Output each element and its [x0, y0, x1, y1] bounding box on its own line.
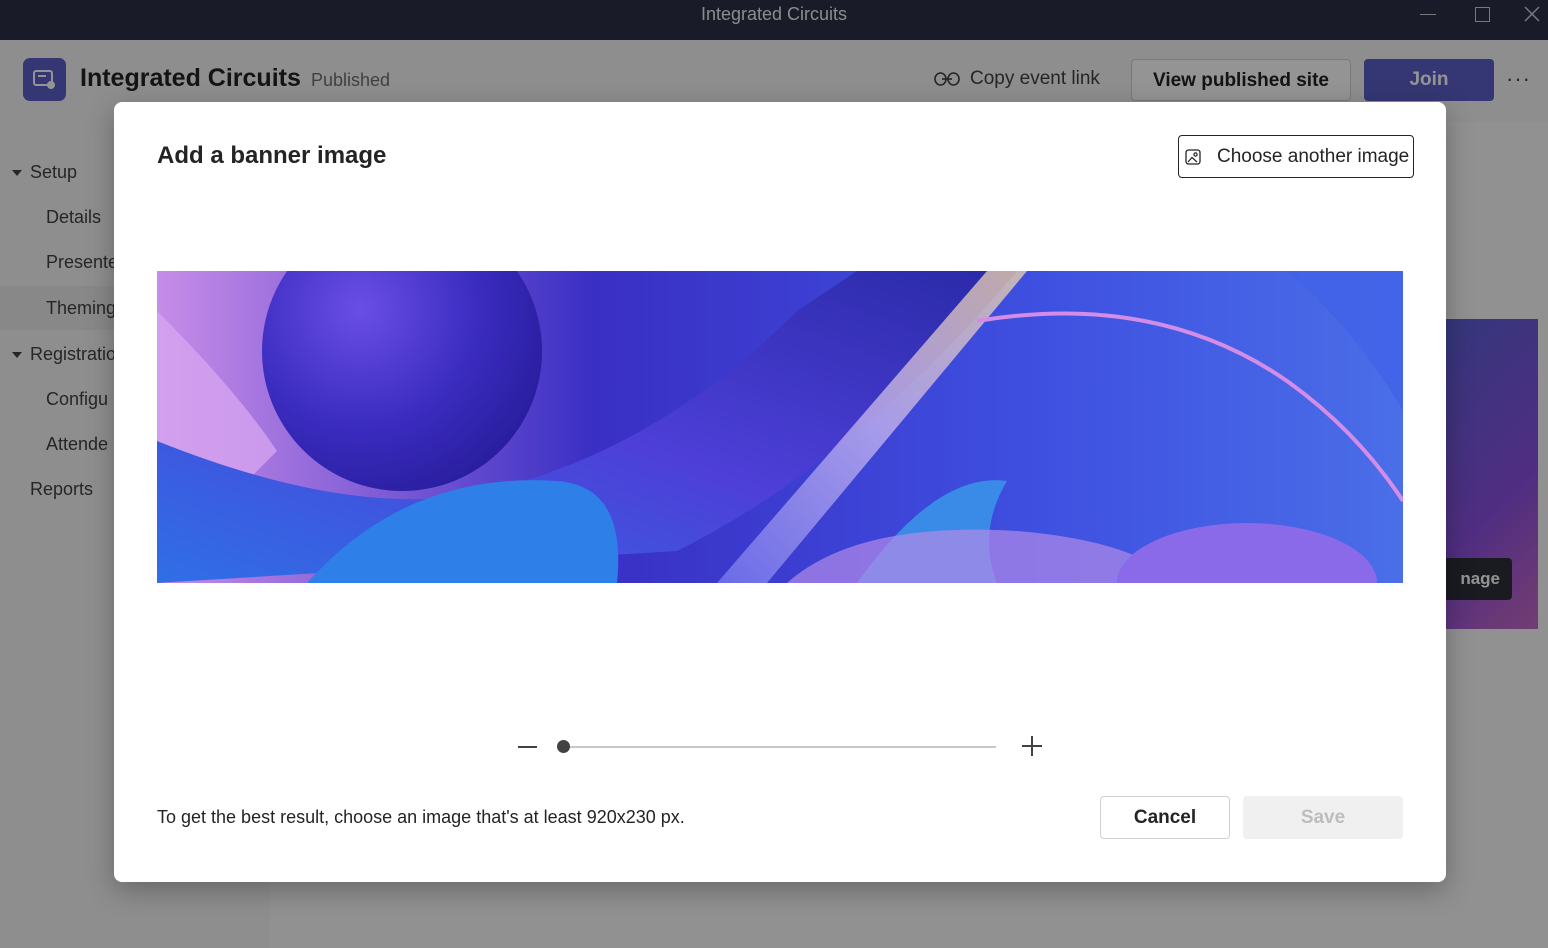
- cancel-button[interactable]: Cancel: [1100, 796, 1230, 839]
- banner-image: [157, 271, 1403, 583]
- zoom-out-icon[interactable]: [518, 746, 537, 748]
- choose-another-image-button[interactable]: Choose another image: [1178, 135, 1414, 178]
- zoom-in-icon[interactable]: [1022, 736, 1042, 756]
- zoom-track[interactable]: [560, 746, 996, 748]
- save-button[interactable]: Save: [1243, 796, 1403, 839]
- image-icon: [1185, 148, 1201, 165]
- banner-image-dialog: Add a banner image Choose another image: [114, 102, 1446, 882]
- dialog-title: Add a banner image: [157, 142, 387, 169]
- image-size-hint: To get the best result, choose an image …: [157, 807, 685, 827]
- zoom-thumb[interactable]: [557, 740, 570, 753]
- choose-another-image-label: Choose another image: [1217, 145, 1410, 167]
- zoom-slider[interactable]: [514, 732, 1054, 762]
- banner-image-crop-area[interactable]: [157, 271, 1403, 583]
